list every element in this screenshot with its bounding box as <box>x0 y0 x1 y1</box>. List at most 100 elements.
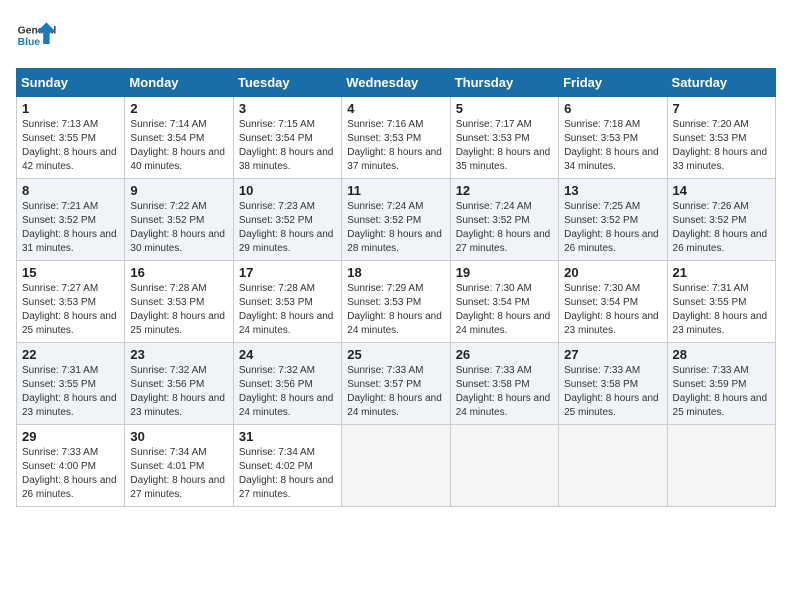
calendar-cell: 4 Sunrise: 7:16 AMSunset: 3:53 PMDayligh… <box>342 97 450 179</box>
calendar-cell: 29 Sunrise: 7:33 AMSunset: 4:00 PMDaylig… <box>17 425 125 507</box>
day-info: Sunrise: 7:32 AMSunset: 3:56 PMDaylight:… <box>130 364 227 420</box>
calendar-cell: 15 Sunrise: 7:27 AMSunset: 3:53 PMDaylig… <box>17 261 125 343</box>
day-number: 20 <box>564 265 661 280</box>
col-header-saturday: Saturday <box>667 69 775 97</box>
day-number: 19 <box>456 265 553 280</box>
day-info: Sunrise: 7:28 AMSunset: 3:53 PMDaylight:… <box>130 282 227 338</box>
day-number: 27 <box>564 347 661 362</box>
page-header: General Blue <box>16 16 776 56</box>
day-info: Sunrise: 7:29 AMSunset: 3:53 PMDaylight:… <box>347 282 444 338</box>
day-info: Sunrise: 7:31 AMSunset: 3:55 PMDaylight:… <box>22 364 119 420</box>
calendar-cell: 25 Sunrise: 7:33 AMSunset: 3:57 PMDaylig… <box>342 343 450 425</box>
day-number: 23 <box>130 347 227 362</box>
day-info: Sunrise: 7:34 AMSunset: 4:01 PMDaylight:… <box>130 446 227 502</box>
day-number: 6 <box>564 101 661 116</box>
calendar-cell: 7 Sunrise: 7:20 AMSunset: 3:53 PMDayligh… <box>667 97 775 179</box>
day-number: 8 <box>22 183 119 198</box>
calendar-cell <box>342 425 450 507</box>
week-row-3: 15 Sunrise: 7:27 AMSunset: 3:53 PMDaylig… <box>17 261 776 343</box>
calendar-cell: 31 Sunrise: 7:34 AMSunset: 4:02 PMDaylig… <box>233 425 341 507</box>
day-number: 21 <box>673 265 770 280</box>
day-info: Sunrise: 7:18 AMSunset: 3:53 PMDaylight:… <box>564 118 661 174</box>
day-number: 28 <box>673 347 770 362</box>
day-number: 4 <box>347 101 444 116</box>
day-info: Sunrise: 7:21 AMSunset: 3:52 PMDaylight:… <box>22 200 119 256</box>
day-number: 7 <box>673 101 770 116</box>
calendar-cell: 8 Sunrise: 7:21 AMSunset: 3:52 PMDayligh… <box>17 179 125 261</box>
day-number: 31 <box>239 429 336 444</box>
day-number: 3 <box>239 101 336 116</box>
calendar-cell: 1 Sunrise: 7:13 AMSunset: 3:55 PMDayligh… <box>17 97 125 179</box>
calendar-cell: 18 Sunrise: 7:29 AMSunset: 3:53 PMDaylig… <box>342 261 450 343</box>
day-info: Sunrise: 7:33 AMSunset: 4:00 PMDaylight:… <box>22 446 119 502</box>
day-info: Sunrise: 7:20 AMSunset: 3:53 PMDaylight:… <box>673 118 770 174</box>
day-info: Sunrise: 7:32 AMSunset: 3:56 PMDaylight:… <box>239 364 336 420</box>
col-header-sunday: Sunday <box>17 69 125 97</box>
calendar-cell: 10 Sunrise: 7:23 AMSunset: 3:52 PMDaylig… <box>233 179 341 261</box>
day-info: Sunrise: 7:25 AMSunset: 3:52 PMDaylight:… <box>564 200 661 256</box>
calendar-cell: 19 Sunrise: 7:30 AMSunset: 3:54 PMDaylig… <box>450 261 558 343</box>
calendar-header-row: SundayMondayTuesdayWednesdayThursdayFrid… <box>17 69 776 97</box>
calendar-cell: 9 Sunrise: 7:22 AMSunset: 3:52 PMDayligh… <box>125 179 233 261</box>
day-number: 24 <box>239 347 336 362</box>
week-row-1: 1 Sunrise: 7:13 AMSunset: 3:55 PMDayligh… <box>17 97 776 179</box>
calendar-cell: 27 Sunrise: 7:33 AMSunset: 3:58 PMDaylig… <box>559 343 667 425</box>
day-info: Sunrise: 7:14 AMSunset: 3:54 PMDaylight:… <box>130 118 227 174</box>
day-number: 30 <box>130 429 227 444</box>
day-info: Sunrise: 7:31 AMSunset: 3:55 PMDaylight:… <box>673 282 770 338</box>
calendar-cell: 22 Sunrise: 7:31 AMSunset: 3:55 PMDaylig… <box>17 343 125 425</box>
week-row-5: 29 Sunrise: 7:33 AMSunset: 4:00 PMDaylig… <box>17 425 776 507</box>
day-info: Sunrise: 7:28 AMSunset: 3:53 PMDaylight:… <box>239 282 336 338</box>
day-info: Sunrise: 7:33 AMSunset: 3:58 PMDaylight:… <box>456 364 553 420</box>
calendar-cell: 5 Sunrise: 7:17 AMSunset: 3:53 PMDayligh… <box>450 97 558 179</box>
calendar-cell: 2 Sunrise: 7:14 AMSunset: 3:54 PMDayligh… <box>125 97 233 179</box>
day-number: 25 <box>347 347 444 362</box>
svg-text:Blue: Blue <box>18 37 41 48</box>
calendar-cell: 26 Sunrise: 7:33 AMSunset: 3:58 PMDaylig… <box>450 343 558 425</box>
calendar-cell <box>667 425 775 507</box>
day-number: 18 <box>347 265 444 280</box>
calendar-table: SundayMondayTuesdayWednesdayThursdayFrid… <box>16 68 776 507</box>
day-info: Sunrise: 7:24 AMSunset: 3:52 PMDaylight:… <box>456 200 553 256</box>
calendar-cell: 12 Sunrise: 7:24 AMSunset: 3:52 PMDaylig… <box>450 179 558 261</box>
day-number: 2 <box>130 101 227 116</box>
day-info: Sunrise: 7:16 AMSunset: 3:53 PMDaylight:… <box>347 118 444 174</box>
calendar-cell <box>450 425 558 507</box>
day-info: Sunrise: 7:33 AMSunset: 3:57 PMDaylight:… <box>347 364 444 420</box>
day-number: 9 <box>130 183 227 198</box>
col-header-thursday: Thursday <box>450 69 558 97</box>
calendar-cell: 24 Sunrise: 7:32 AMSunset: 3:56 PMDaylig… <box>233 343 341 425</box>
day-number: 5 <box>456 101 553 116</box>
calendar-cell: 28 Sunrise: 7:33 AMSunset: 3:59 PMDaylig… <box>667 343 775 425</box>
day-number: 17 <box>239 265 336 280</box>
logo-icon: General Blue <box>16 16 56 56</box>
day-number: 10 <box>239 183 336 198</box>
day-info: Sunrise: 7:34 AMSunset: 4:02 PMDaylight:… <box>239 446 336 502</box>
col-header-tuesday: Tuesday <box>233 69 341 97</box>
calendar-cell: 13 Sunrise: 7:25 AMSunset: 3:52 PMDaylig… <box>559 179 667 261</box>
day-info: Sunrise: 7:33 AMSunset: 3:59 PMDaylight:… <box>673 364 770 420</box>
calendar-cell: 17 Sunrise: 7:28 AMSunset: 3:53 PMDaylig… <box>233 261 341 343</box>
calendar-cell: 23 Sunrise: 7:32 AMSunset: 3:56 PMDaylig… <box>125 343 233 425</box>
col-header-monday: Monday <box>125 69 233 97</box>
day-info: Sunrise: 7:33 AMSunset: 3:58 PMDaylight:… <box>564 364 661 420</box>
day-info: Sunrise: 7:30 AMSunset: 3:54 PMDaylight:… <box>456 282 553 338</box>
col-header-friday: Friday <box>559 69 667 97</box>
col-header-wednesday: Wednesday <box>342 69 450 97</box>
day-info: Sunrise: 7:15 AMSunset: 3:54 PMDaylight:… <box>239 118 336 174</box>
calendar-cell: 11 Sunrise: 7:24 AMSunset: 3:52 PMDaylig… <box>342 179 450 261</box>
calendar-cell: 16 Sunrise: 7:28 AMSunset: 3:53 PMDaylig… <box>125 261 233 343</box>
day-number: 11 <box>347 183 444 198</box>
day-number: 22 <box>22 347 119 362</box>
day-number: 15 <box>22 265 119 280</box>
day-number: 16 <box>130 265 227 280</box>
calendar-cell: 20 Sunrise: 7:30 AMSunset: 3:54 PMDaylig… <box>559 261 667 343</box>
day-number: 26 <box>456 347 553 362</box>
day-info: Sunrise: 7:27 AMSunset: 3:53 PMDaylight:… <box>22 282 119 338</box>
calendar-cell: 14 Sunrise: 7:26 AMSunset: 3:52 PMDaylig… <box>667 179 775 261</box>
logo: General Blue <box>16 16 62 56</box>
day-info: Sunrise: 7:23 AMSunset: 3:52 PMDaylight:… <box>239 200 336 256</box>
calendar-cell: 30 Sunrise: 7:34 AMSunset: 4:01 PMDaylig… <box>125 425 233 507</box>
day-info: Sunrise: 7:26 AMSunset: 3:52 PMDaylight:… <box>673 200 770 256</box>
day-info: Sunrise: 7:24 AMSunset: 3:52 PMDaylight:… <box>347 200 444 256</box>
